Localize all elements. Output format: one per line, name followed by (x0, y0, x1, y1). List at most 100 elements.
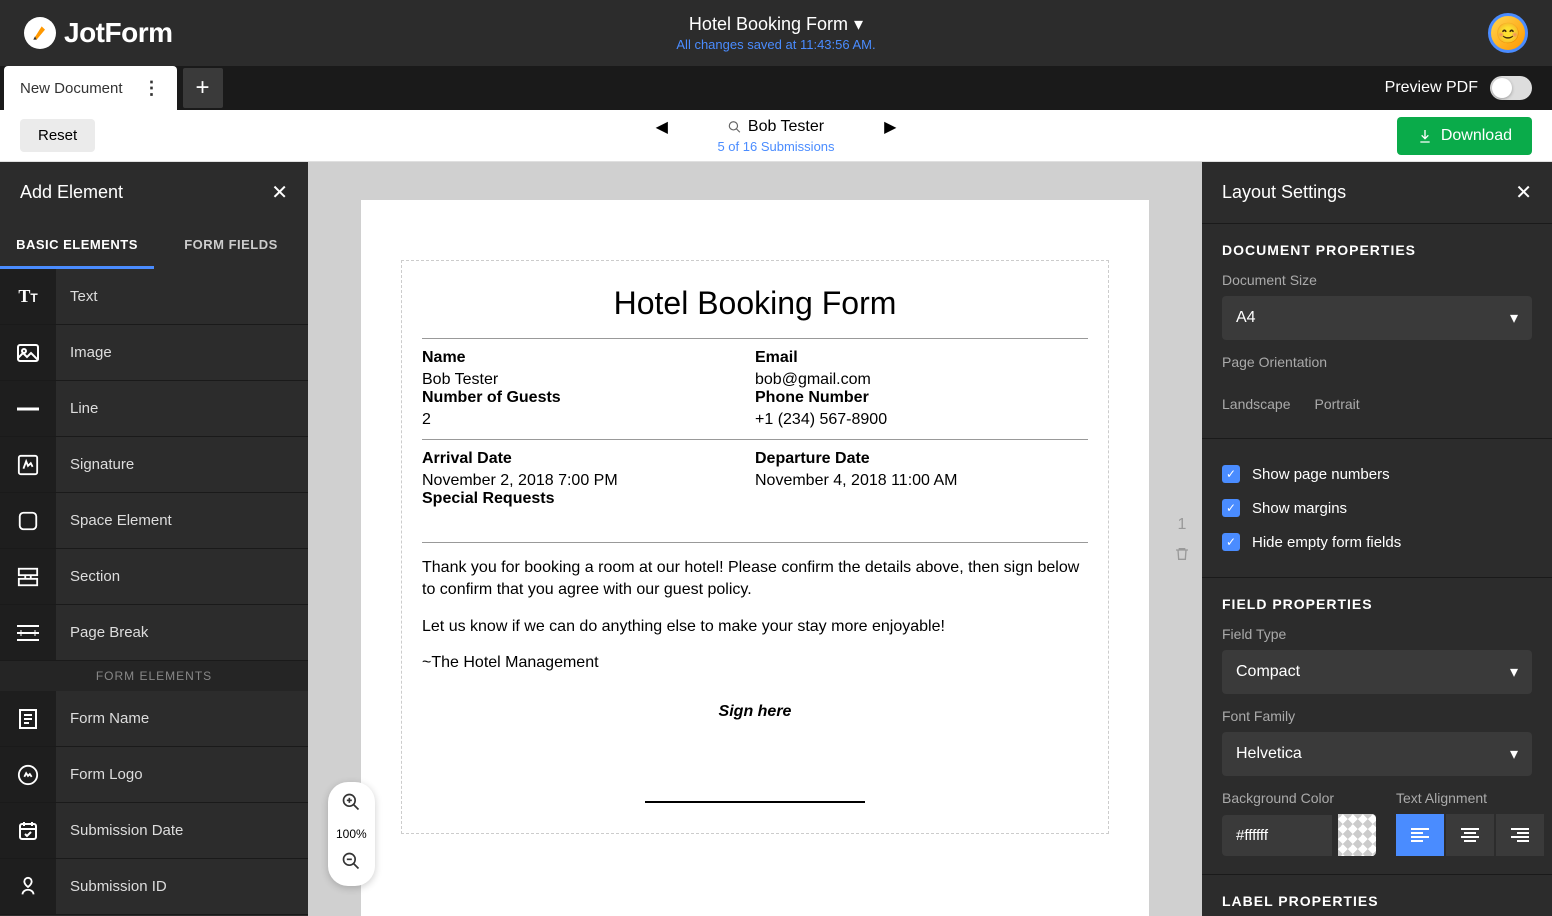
checkbox-icon: ✓ (1222, 533, 1240, 551)
element-label: Line (56, 400, 98, 417)
checkbox-label: Show margins (1252, 500, 1347, 517)
zoom-level: 100% (336, 827, 367, 841)
save-status: All changes saved at 11:43:56 AM. (676, 37, 875, 52)
chevron-down-icon: ▾ (1510, 308, 1518, 328)
field-row: NameBob TesterEmailbob@gmail.com (422, 339, 1088, 389)
checkbox-label: Hide empty form fields (1252, 534, 1401, 551)
tab-form-fields[interactable]: FORM FIELDS (154, 223, 308, 269)
preview-pdf-toggle[interactable] (1490, 76, 1532, 100)
prev-submission-button[interactable]: ◀ (656, 117, 668, 137)
orientation-portrait[interactable]: Portrait (1315, 396, 1360, 412)
element-item-form-name[interactable]: Form Name (0, 691, 308, 747)
doc-tab-label: New Document (20, 80, 123, 97)
doc-size-select[interactable]: A4 ▾ (1222, 296, 1532, 340)
field-value: 2 (422, 411, 755, 429)
add-tab-button[interactable]: + (183, 68, 223, 108)
avatar[interactable]: 😊 (1488, 13, 1528, 53)
element-item-signature[interactable]: Signature (0, 437, 308, 493)
element-label: Section (56, 568, 120, 585)
line-icon (0, 381, 56, 436)
element-item-space-element[interactable]: Space Element (0, 493, 308, 549)
label-props-heading: LABEL PROPERTIES (1222, 893, 1532, 909)
sign-here-label: Sign here (422, 703, 1088, 721)
element-label: Page Break (56, 624, 148, 641)
submission-search[interactable]: Bob Tester (728, 118, 824, 136)
chevron-down-icon: ▾ (1510, 662, 1518, 682)
form-title-text: Hotel Booking Form (689, 14, 848, 35)
image-icon (0, 325, 56, 380)
search-icon (728, 120, 742, 134)
align-left-button[interactable] (1396, 814, 1444, 856)
field-value: November 4, 2018 11:00 AM (755, 472, 1088, 490)
close-right-panel-button[interactable]: ✕ (1515, 180, 1532, 205)
reset-button[interactable]: Reset (20, 119, 95, 152)
trash-icon[interactable] (1174, 546, 1190, 562)
download-icon (1417, 128, 1433, 144)
element-item-section[interactable]: Section (0, 549, 308, 605)
checkbox-label: Show page numbers (1252, 466, 1390, 483)
element-label: Form Logo (56, 766, 143, 783)
element-item-text[interactable]: TTText (0, 269, 308, 325)
doc-body-text: Thank you for booking a room at our hote… (422, 542, 1088, 703)
doc-size-label: Document Size (1222, 272, 1532, 288)
doc-props-heading: DOCUMENT PROPERTIES (1222, 242, 1532, 258)
zoom-controls: 100% (328, 782, 375, 886)
align-right-button[interactable] (1496, 814, 1544, 856)
field-type-label: Field Type (1222, 626, 1532, 642)
field-row: Arrival DateNovember 2, 2018 7:00 PMDepa… (422, 440, 1088, 490)
tab-bar: New Document ⋮ + Preview PDF (0, 66, 1552, 110)
document-canvas[interactable]: Hotel Booking Form NameBob TesterEmailbo… (361, 200, 1149, 916)
element-label: Space Element (56, 512, 172, 529)
tab-more-icon[interactable]: ⋮ (143, 78, 161, 99)
font-family-label: Font Family (1222, 708, 1532, 724)
checkbox-show-page-numbers[interactable]: ✓ Show page numbers (1222, 457, 1532, 491)
bg-color-input[interactable] (1222, 815, 1332, 856)
close-left-panel-button[interactable]: ✕ (271, 180, 288, 205)
field-label: Arrival Date (422, 450, 755, 468)
download-button[interactable]: Download (1397, 117, 1532, 155)
right-panel-title: Layout Settings (1222, 182, 1346, 203)
field-label: Number of Guests (422, 389, 755, 407)
element-label: Submission ID (56, 878, 167, 895)
toolbar: Reset ◀ Bob Tester ▶ 5 of 16 Submissions… (0, 110, 1552, 162)
element-item-form-logo[interactable]: Form Logo (0, 747, 308, 803)
element-item-submission-date[interactable]: Submission Date (0, 803, 308, 859)
align-center-button[interactable] (1446, 814, 1494, 856)
formlogo-icon (0, 747, 56, 802)
checkbox-show-margins[interactable]: ✓ Show margins (1222, 491, 1532, 525)
document-tab[interactable]: New Document ⋮ (4, 66, 177, 110)
field-type-value: Compact (1236, 663, 1300, 681)
space-icon (0, 493, 56, 548)
element-item-image[interactable]: Image (0, 325, 308, 381)
doc-size-value: A4 (1236, 309, 1256, 327)
element-item-page-break[interactable]: Page Break (0, 605, 308, 661)
next-submission-button[interactable]: ▶ (884, 117, 896, 137)
orientation-landscape[interactable]: Landscape (1222, 396, 1291, 412)
element-label: Text (56, 288, 98, 305)
form-title-dropdown[interactable]: Hotel Booking Form ▾ (676, 14, 875, 35)
element-label: Submission Date (56, 822, 183, 839)
section-icon (0, 549, 56, 604)
element-item-line[interactable]: Line (0, 381, 308, 437)
zoom-in-button[interactable] (341, 792, 361, 817)
break-icon (0, 605, 56, 660)
field-label: Special Requests (422, 490, 1088, 508)
font-family-select[interactable]: Helvetica ▾ (1222, 732, 1532, 776)
tab-basic-elements[interactable]: BASIC ELEMENTS (0, 223, 154, 269)
field-type-select[interactable]: Compact ▾ (1222, 650, 1532, 694)
top-header: JotForm Hotel Booking Form ▾ All changes… (0, 0, 1552, 66)
download-label: Download (1441, 127, 1512, 145)
zoom-out-button[interactable] (341, 851, 361, 876)
signature-line (645, 801, 865, 803)
element-label: Form Name (56, 710, 149, 727)
element-label: Image (56, 344, 112, 361)
field-value: +1 (234) 567-8900 (755, 411, 1088, 429)
checkbox-hide-empty[interactable]: ✓ Hide empty form fields (1222, 525, 1532, 559)
element-item-submission-id[interactable]: Submission ID (0, 859, 308, 915)
field-row: Number of Guests2Phone Number+1 (234) 56… (422, 389, 1088, 440)
orientation-label: Page Orientation (1222, 354, 1532, 370)
logo-icon (24, 17, 56, 49)
bg-color-swatch[interactable] (1338, 814, 1376, 856)
logo[interactable]: JotForm (24, 17, 173, 49)
subid-icon (0, 859, 56, 914)
